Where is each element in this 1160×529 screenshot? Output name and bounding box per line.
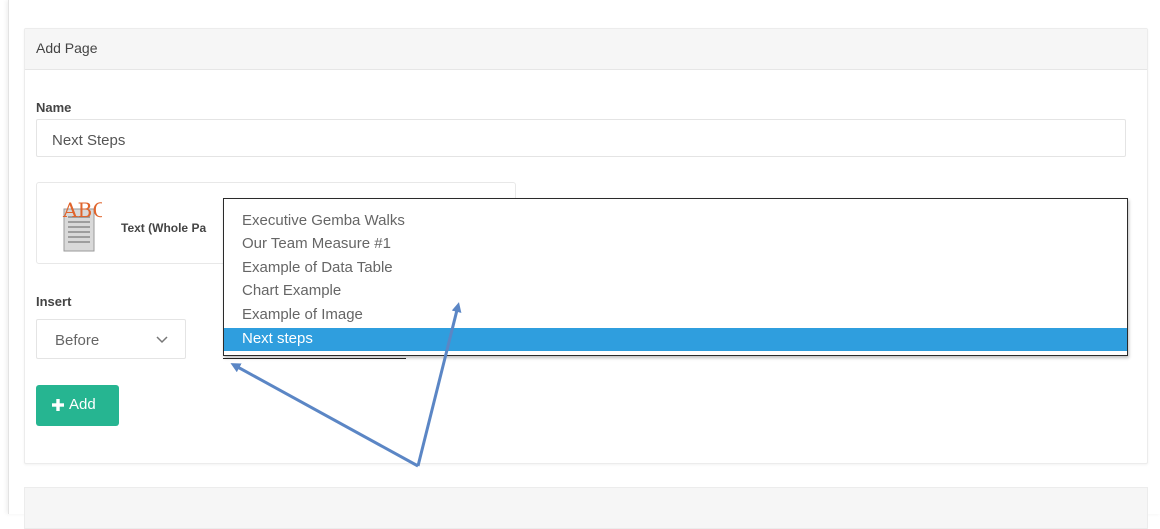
dropdown-option[interactable]: Example of Data Table [224, 257, 1127, 280]
page-position-dropdown[interactable]: Executive Gemba Walks Our Team Measure #… [223, 198, 1128, 356]
panel-title: Add Page [36, 40, 98, 56]
template-icon-text: ABC [62, 198, 102, 222]
chevron-down-icon [156, 336, 168, 344]
add-button[interactable]: Add [36, 385, 119, 426]
name-input[interactable]: Next Steps [36, 119, 1126, 157]
template-label: Text (Whole Pa [121, 221, 207, 235]
dropdown-option[interactable]: Example of Image [224, 304, 1127, 327]
lower-panel [24, 487, 1148, 529]
plus-icon [52, 399, 64, 411]
text-document-icon: ABC [62, 198, 102, 252]
add-button-label: Add [69, 396, 96, 413]
insert-select-value: Before [55, 332, 100, 349]
dropdown-option-selected[interactable]: Next steps [224, 328, 1127, 351]
dropdown-option[interactable]: Chart Example [224, 280, 1127, 303]
insert-label: Insert [36, 294, 72, 309]
panel-header: Add Page [25, 29, 1147, 70]
dropdown-underline [223, 358, 406, 359]
dropdown-option[interactable]: Executive Gemba Walks [224, 210, 1127, 233]
name-label: Name [36, 100, 72, 115]
insert-position-select[interactable]: Before [36, 319, 186, 359]
dropdown-option[interactable]: Our Team Measure #1 [224, 233, 1127, 256]
